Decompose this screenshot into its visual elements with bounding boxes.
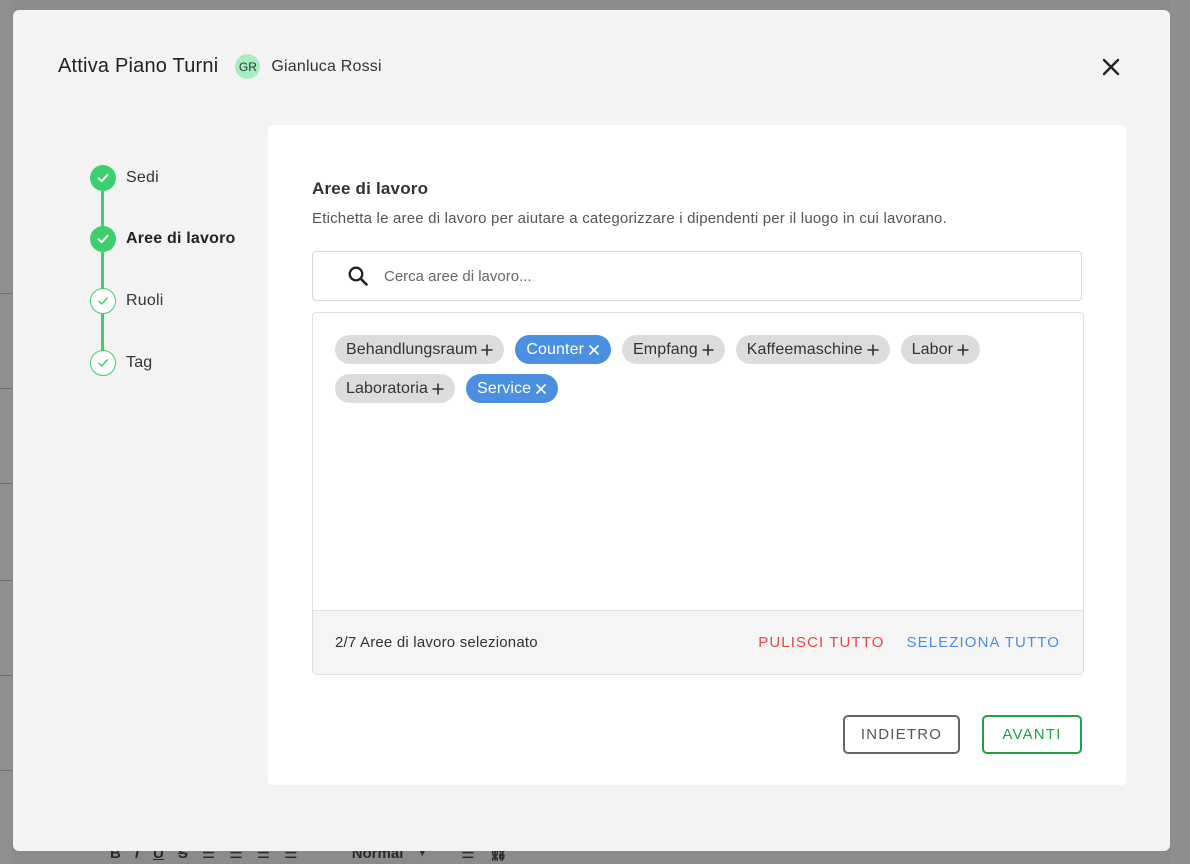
step-sedi[interactable]: Sedi <box>90 165 159 191</box>
background-divider <box>0 770 12 771</box>
background-divider <box>0 580 12 581</box>
search-input[interactable] <box>384 267 1034 285</box>
tag-empfang[interactable]: Empfang <box>622 335 725 364</box>
tag-label: Empfang <box>633 340 698 358</box>
background-divider <box>0 483 12 484</box>
background-left-strip <box>0 0 12 864</box>
activate-shift-plan-modal: Attiva Piano Turni GR Gianluca Rossi Sed… <box>13 10 1170 851</box>
plus-icon <box>481 344 493 356</box>
check-outline-icon <box>90 288 116 314</box>
clear-all-button[interactable]: PULISCI TUTTO <box>758 634 884 651</box>
check-icon <box>90 165 116 191</box>
tag-counter[interactable]: Counter <box>515 335 611 364</box>
stepper: Sedi Aree di lavoro Ruoli Tag <box>90 165 270 405</box>
step-connector <box>101 314 104 351</box>
tag-label: Kaffeemaschine <box>746 340 863 358</box>
tag-labor[interactable]: Labor <box>900 335 981 364</box>
step-connector <box>101 252 104 289</box>
step-aree-di-lavoro[interactable]: Aree di lavoro <box>90 226 236 252</box>
tag-label: Counter <box>526 340 584 358</box>
background-divider <box>0 675 12 676</box>
section-title: Aree di lavoro <box>312 179 429 198</box>
step-tag[interactable]: Tag <box>90 350 152 376</box>
tags-footer: 2/7 Aree di lavoro selezionato PULISCI T… <box>313 610 1083 674</box>
modal-header: Attiva Piano Turni GR Gianluca Rossi <box>58 54 382 79</box>
background-divider <box>0 293 12 294</box>
close-button[interactable] <box>1098 54 1124 80</box>
tag-label: Service <box>477 379 532 397</box>
tag-label: Labor <box>911 340 954 358</box>
step-label: Sedi <box>126 169 159 186</box>
tag-label: Laboratoria <box>346 379 429 397</box>
modal-title: Attiva Piano Turni <box>58 55 219 77</box>
tag-behandlungsraum[interactable]: Behandlungsraum <box>335 335 505 364</box>
close-icon <box>1102 58 1120 76</box>
step-label: Aree di lavoro <box>126 230 236 247</box>
plus-icon <box>867 344 879 356</box>
plus-icon <box>432 383 444 395</box>
step-connector <box>101 191 104 228</box>
select-all-button[interactable]: SELEZIONA TUTTO <box>907 634 1060 651</box>
plus-icon <box>957 344 969 356</box>
plus-icon <box>702 344 714 356</box>
close-icon <box>588 344 600 356</box>
tags-list: Behandlungsraum Counter Empfang Kaffeema… <box>335 335 1055 403</box>
step-ruoli[interactable]: Ruoli <box>90 288 163 314</box>
work-areas-card: Aree di lavoro Etichetta le aree di lavo… <box>268 125 1126 785</box>
step-label: Ruoli <box>126 292 164 309</box>
section-description: Etichetta le aree di lavoro per aiutare … <box>312 210 947 227</box>
close-icon <box>535 383 547 395</box>
avatar: GR <box>235 54 261 79</box>
search-icon <box>347 264 371 288</box>
tag-service[interactable]: Service <box>466 374 559 403</box>
tags-panel: Behandlungsraum Counter Empfang Kaffeema… <box>312 312 1084 675</box>
tag-kaffeemaschine[interactable]: Kaffeemaschine <box>735 335 890 364</box>
check-outline-icon <box>90 350 116 376</box>
selection-count: 2/7 Aree di lavoro selezionato <box>335 634 538 651</box>
tag-laboratoria[interactable]: Laboratoria <box>335 374 456 403</box>
tag-label: Behandlungsraum <box>346 340 478 358</box>
back-button[interactable]: INDIETRO <box>843 715 960 754</box>
background-divider <box>0 388 12 389</box>
background-right-panel <box>1170 0 1190 864</box>
step-label: Tag <box>126 354 153 371</box>
next-button[interactable]: AVANTI <box>982 715 1082 754</box>
search-box <box>312 251 1082 301</box>
user-name: Gianluca Rossi <box>271 57 382 75</box>
check-icon <box>90 226 116 252</box>
